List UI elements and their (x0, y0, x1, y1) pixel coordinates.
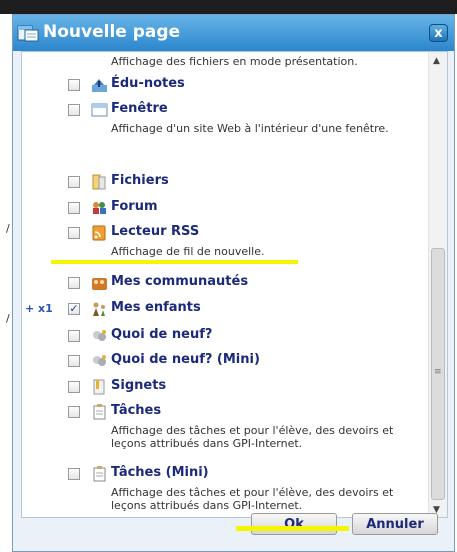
list-item-quoi-de-neuf-mini: Quoi de neuf? (Mini) (22, 352, 422, 372)
rss-icon (92, 225, 106, 241)
item-label: Lecteur RSS (111, 224, 200, 239)
list-item-fichiers: Fichiers (22, 173, 422, 193)
list-item-signets: Signets (22, 378, 422, 398)
window-icon (91, 103, 108, 117)
bookmark-icon (93, 379, 105, 395)
background-fragment: / (6, 222, 10, 235)
background-strip (0, 0, 457, 14)
checkbox-edu-notes[interactable] (68, 79, 80, 91)
item-label: Quoi de neuf? (111, 327, 213, 342)
checkbox-quoi-de-neuf-mini[interactable] (68, 355, 80, 367)
forum-icon (93, 202, 106, 214)
checkbox-fichiers[interactable] (68, 176, 80, 188)
dialog-title: Nouvelle page (43, 22, 181, 42)
item-label: Tâches (Mini) (111, 465, 209, 480)
folder-icon (92, 174, 106, 190)
close-icon: x (434, 26, 443, 41)
checkbox-mes-communautes[interactable] (68, 277, 80, 289)
item-description: Affichage des tâches et pour l'élève, de… (111, 486, 394, 512)
close-button[interactable]: x (429, 24, 448, 42)
tasks-icon (93, 404, 106, 420)
item-label: Édu-notes (111, 76, 185, 91)
item-label: Tâches (111, 403, 162, 418)
checkbox-signets[interactable] (68, 381, 80, 393)
tasks-mini-icon (93, 466, 106, 482)
edu-notes-icon (92, 79, 107, 92)
item-description: Affichage de fil de nouvelle. (111, 245, 265, 258)
list-item-quoi-de-neuf: Quoi de neuf? (22, 327, 422, 347)
background-page (0, 14, 12, 552)
list-item-forum: Forum (22, 199, 422, 219)
ok-button[interactable]: Ok (251, 513, 337, 535)
list-item-taches: Tâches Affichage des tâches et pour l'él… (22, 403, 422, 455)
item-label: Quoi de neuf? (Mini) (111, 352, 260, 367)
grip-icon: ≡ (434, 367, 442, 377)
cancel-button[interactable]: Annuler (352, 513, 438, 535)
list-item-fenetre: Fenêtre Affichage d'un site Web à l'inté… (22, 101, 422, 153)
checkbox-taches[interactable] (68, 406, 80, 418)
item-description: Affichage des tâches et pour l'élève, de… (111, 424, 394, 450)
item-label: Mes communautés (111, 274, 249, 289)
checkbox-forum[interactable] (68, 202, 80, 214)
item-description: Affichage des fichiers en mode présentat… (111, 55, 358, 68)
checkbox-lecteur-rss[interactable] (68, 227, 80, 239)
list-item-mes-communautes: Mes communautés (22, 274, 422, 294)
item-description: Affichage d'un site Web à l'intérieur d'… (111, 122, 389, 135)
item-label: Fichiers (111, 173, 169, 188)
item-label: Forum (111, 199, 158, 214)
checkbox-quoi-de-neuf[interactable] (68, 330, 80, 342)
news-mini-icon (93, 355, 106, 366)
list-scrollbar[interactable]: ▲ ≡ ▼ (428, 52, 447, 517)
list-item-taches-mini: Tâches (Mini) Affichage des tâches et po… (22, 465, 422, 517)
component-list[interactable]: Affichage des fichiers en mode présentat… (21, 51, 448, 518)
scroll-up-arrow-icon[interactable]: ▲ (433, 56, 440, 66)
new-page-icon (17, 25, 39, 42)
added-count-indicator: + x1 (25, 302, 53, 315)
communities-icon (92, 278, 107, 290)
news-icon (93, 330, 106, 341)
item-label: Mes enfants (111, 300, 201, 315)
checkbox-taches-mini[interactable] (68, 468, 80, 480)
dialog-title-bar[interactable]: Nouvelle page x (13, 15, 454, 51)
list-item-mes-enfants: + x1 ✓ Mes enfants (22, 300, 422, 320)
highlight-marker (236, 526, 349, 531)
children-icon (93, 302, 105, 316)
checkbox-mes-enfants[interactable]: ✓ (68, 303, 80, 315)
item-label: Fenêtre (111, 101, 168, 116)
scrollbar-thumb[interactable]: ≡ (431, 248, 445, 500)
list-item-lecteur-rss: Lecteur RSS Affichage de fil de nouvelle… (22, 224, 422, 264)
checkbox-fenetre[interactable] (68, 104, 80, 116)
item-label: Signets (111, 378, 167, 393)
background-fragment: / (6, 312, 10, 325)
highlight-marker (51, 260, 298, 264)
new-page-dialog: Nouvelle page x Affichage des fichiers e… (12, 14, 455, 552)
list-item-edu-notes: Édu-notes (22, 76, 422, 96)
